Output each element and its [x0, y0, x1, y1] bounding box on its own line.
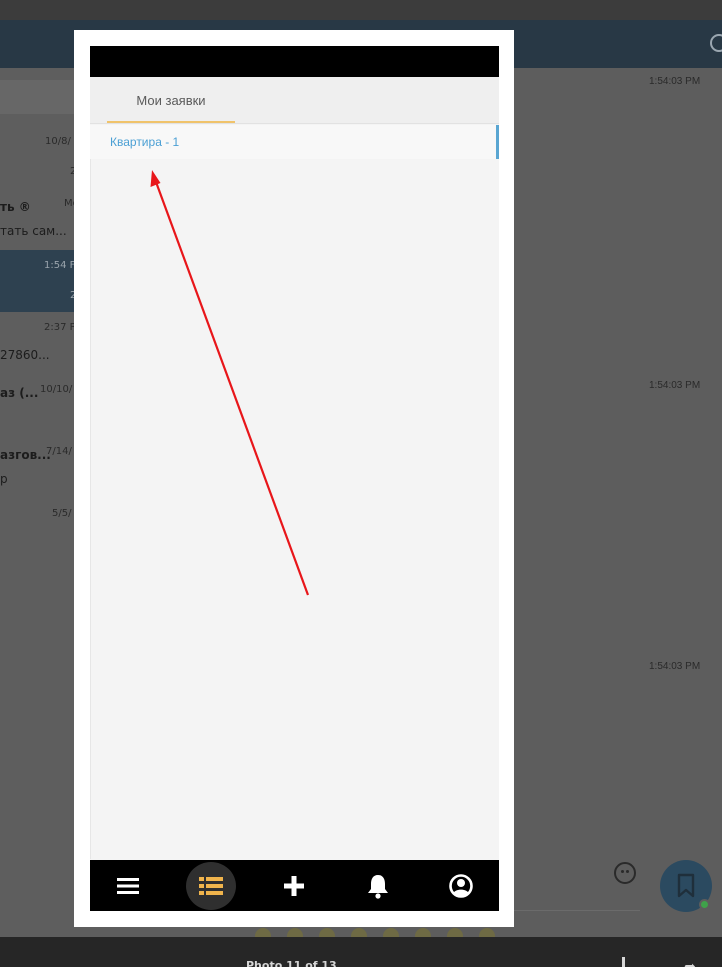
- phone-status-bar: [90, 46, 499, 77]
- emoji-bar: [255, 928, 495, 937]
- download-icon[interactable]: [622, 957, 625, 967]
- emoji-icon[interactable]: [479, 928, 495, 937]
- window-top-strip: [0, 0, 722, 20]
- chat-preview: 27860...: [0, 348, 50, 362]
- emoji-icon[interactable]: [614, 862, 636, 884]
- request-list-item[interactable]: Квартира - 1: [90, 125, 499, 159]
- hamburger-menu-icon: [117, 877, 139, 894]
- list-icon: [199, 877, 223, 895]
- bookmark-button[interactable]: [660, 860, 712, 912]
- message-timestamp: 1:54:03 PM: [649, 380, 701, 391]
- tab-my-requests[interactable]: Мои заявки: [107, 77, 235, 124]
- emoji-icon[interactable]: [287, 928, 303, 937]
- chat-title[interactable]: аз (...: [0, 386, 38, 400]
- phone-screen: Мои заявки Квартира - 1: [90, 46, 499, 911]
- nav-add-button[interactable]: [264, 860, 324, 911]
- divider: [90, 159, 91, 859]
- chat-title[interactable]: азгов...: [0, 448, 51, 462]
- emoji-icon[interactable]: [255, 928, 271, 937]
- active-tab-indicator: [107, 121, 235, 123]
- bottom-navigation: [90, 860, 499, 911]
- chat-time: 1:54 F: [44, 260, 76, 271]
- emoji-icon[interactable]: [319, 928, 335, 937]
- message-timestamp: 1:54:03 PM: [649, 76, 701, 87]
- photo-viewer-image: Мои заявки Квартира - 1: [74, 30, 514, 927]
- chat-time: 7/14/: [46, 446, 72, 457]
- emoji-icon[interactable]: [415, 928, 431, 937]
- user-profile-icon: [449, 873, 473, 898]
- nav-profile-button[interactable]: [431, 860, 491, 911]
- chat-time: 5/5/: [52, 508, 72, 519]
- tab-bar: Мои заявки: [90, 77, 499, 124]
- nav-requests-button[interactable]: [186, 862, 236, 910]
- nav-notifications-button[interactable]: [348, 860, 408, 911]
- emoji-icon[interactable]: [447, 928, 463, 937]
- chat-time: 2:37 P: [44, 322, 76, 333]
- forward-icon[interactable]: ➦: [684, 959, 696, 967]
- request-label: Квартира - 1: [110, 135, 180, 149]
- chat-preview: тать сам...: [0, 224, 67, 238]
- chat-preview: р: [0, 472, 8, 486]
- photo-counter: Photo 11 of 13: [246, 959, 337, 967]
- bookmark-icon: [677, 873, 695, 898]
- online-status-dot: [699, 899, 710, 910]
- message-timestamp: 1:54:03 PM: [649, 661, 701, 672]
- chat-title[interactable]: ть ®: [0, 200, 31, 214]
- chat-time: 10/10/: [40, 384, 73, 395]
- bell-icon: [368, 874, 388, 899]
- emoji-icon[interactable]: [351, 928, 367, 937]
- nav-menu-button[interactable]: [98, 860, 158, 911]
- chat-time: 10/8/: [45, 136, 71, 147]
- emoji-icon[interactable]: [383, 928, 399, 937]
- plus-icon: [284, 875, 304, 896]
- search-icon[interactable]: [710, 34, 722, 52]
- photo-viewer-bar: Photo 11 of 13 ➦: [0, 937, 722, 967]
